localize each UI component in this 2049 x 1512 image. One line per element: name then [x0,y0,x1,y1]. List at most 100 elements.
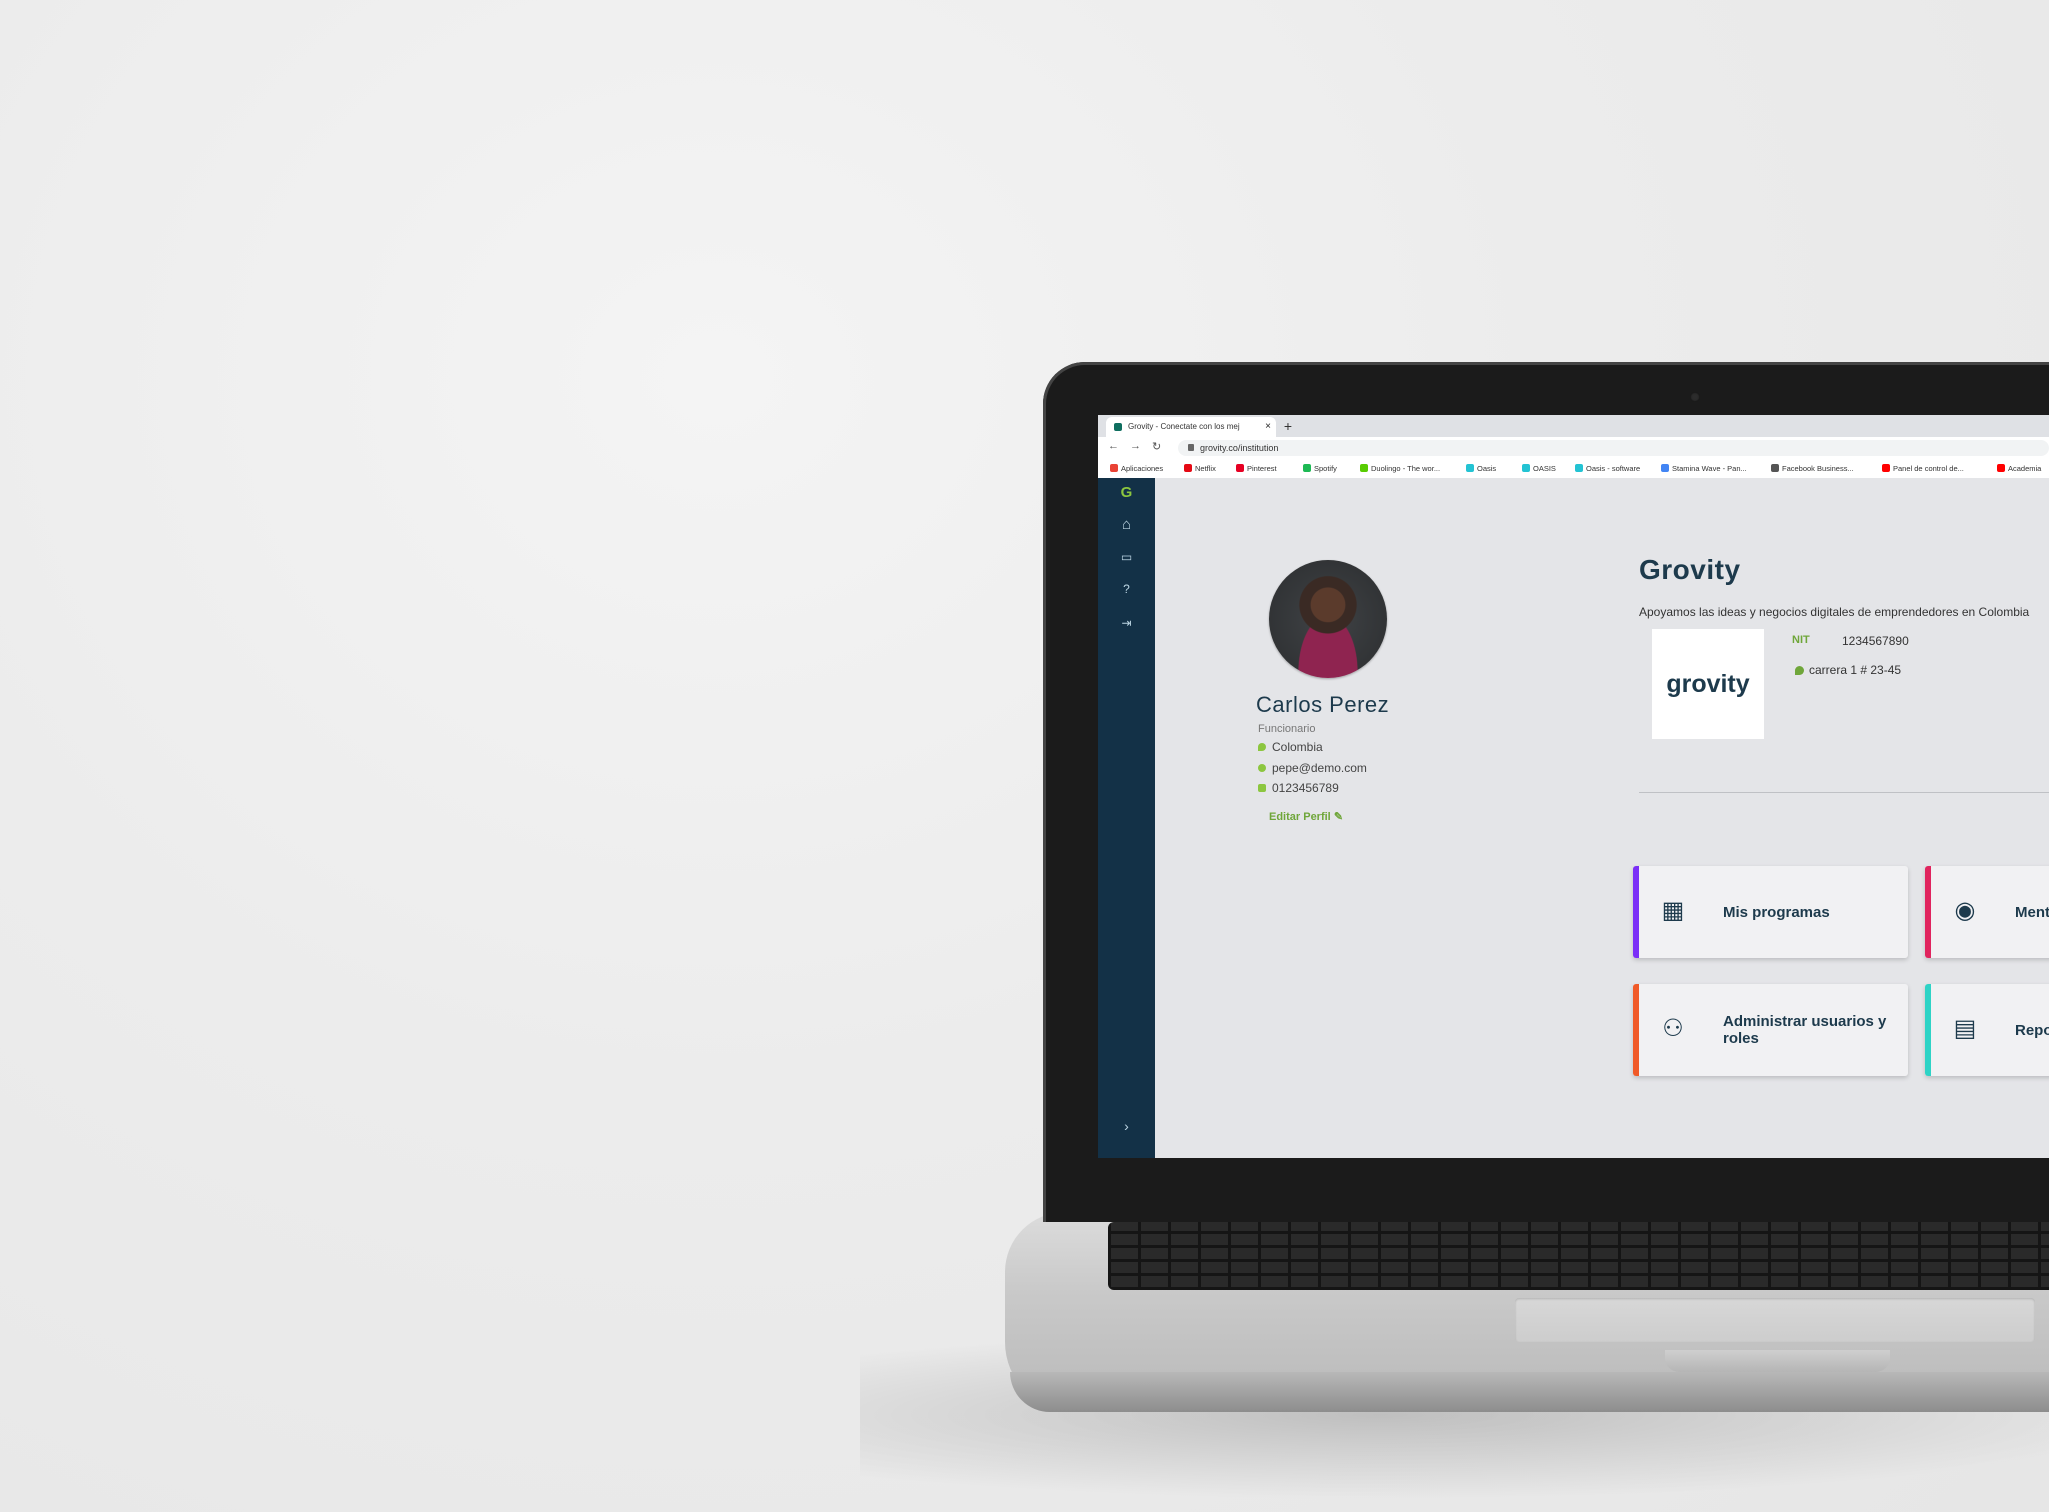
bookmark-label: Duolingo - The wor... [1371,464,1441,473]
nit-value: 1234567890 [1842,634,1909,648]
person-icon: ◉ [1954,897,1976,924]
section-divider [1639,792,2049,793]
profile-name: Carlos Perez [1256,692,1390,717]
back-icon[interactable]: ← [1108,440,1119,452]
laptop-screen: Grovity - Conectate con los mej × + ← → … [1098,415,2049,1158]
bookmark-item[interactable]: Stamina Wave - Pan... [1661,459,1747,478]
bookmark-label: Spotify [1314,464,1337,473]
close-tab-icon[interactable]: × [1265,417,1271,437]
bookmarks-bar: Aplicaciones Netflix Pinterest Spotify Duoli… [1098,459,2049,479]
bookmark-item[interactable]: Duolingo - The wor... [1360,459,1440,478]
main-content: Carlos Perez Funcionario Colombia pepe@d… [1155,478,2049,1158]
organization-name: Grovity [1639,554,1741,585]
bookmark-favicon-icon [1882,464,1890,472]
bookmark-item[interactable]: Panel de control de... [1882,459,1964,478]
bookmark-label: Stamina Wave - Pan... [1672,464,1747,473]
bookmark-item[interactable]: OASIS [1522,459,1556,478]
bookmark-favicon-icon [1303,464,1311,472]
card-label: Reportes [2015,1021,2049,1039]
logout-icon[interactable]: ⇥ [1098,616,1155,630]
bookmark-favicon-icon [1360,464,1368,472]
app: G ⌂ ▭ ? ⇥ › Carlos Perez Funcionario Col… [1098,478,2049,1158]
favicon-icon [1114,423,1122,431]
bookmark-label: Oasis [1477,464,1497,473]
bookmark-label: Pinterest [1247,464,1277,473]
bookmark-item[interactable]: Pinterest [1236,459,1277,478]
bookmark-item[interactable]: Facebook Business... [1771,459,1854,478]
bookmark-item[interactable]: Oasis [1466,459,1496,478]
card-mis-programas[interactable]: ▦ Mis programas [1633,866,1908,958]
bookmark-favicon-icon [1661,464,1669,472]
sidebar: G ⌂ ▭ ? ⇥ › [1098,478,1155,1158]
laptop-base-edge [1010,1372,2049,1412]
card-label: Mentores [2015,903,2049,921]
users-network-icon: ⚇ [1662,1015,1684,1042]
nit-label: NIT [1792,634,1810,646]
avatar [1269,560,1387,678]
card-administrar-usuarios[interactable]: ⚇ Administrar usuarios y roles [1633,984,1908,1076]
address-bar[interactable]: grovity.co/institution [1178,440,2049,456]
calendar-grid-icon: ▦ [1661,897,1685,924]
browser-toolbar: ← → ↻ grovity.co/institution [1098,437,2049,459]
forward-icon[interactable]: → [1130,440,1141,452]
card-accent [1633,984,1639,1076]
pencil-icon: ✎ [1333,811,1344,823]
organization-logo-text: grovity [1666,670,1750,698]
chevron-right-icon[interactable]: › [1098,1118,1155,1134]
browser-tabstrip: Grovity - Conectate con los mej × + [1098,415,2049,437]
bookmark-item[interactable]: Oasis - software [1575,459,1640,478]
card-accent [1925,984,1931,1076]
profile-phone-text: 0123456789 [1272,781,1339,795]
bookmark-item[interactable]: Spotify [1303,459,1337,478]
new-tab-button[interactable]: + [1280,419,1296,435]
edit-profile-label: Editar Perfil [1269,811,1331,823]
bookmark-label: Netflix [1195,464,1216,473]
laptop-keyboard [1108,1222,2049,1290]
email-icon [1258,764,1266,772]
card-mentores[interactable]: ◉ Mentores [1925,866,2049,958]
laptop-notch [1665,1350,1890,1372]
profile-country-text: Colombia [1272,740,1323,754]
tab-title: Grovity - Conectate con los mej [1128,422,1240,431]
phone-icon [1258,784,1266,792]
organization-address-text: carrera 1 # 23-45 [1809,663,1902,677]
bookmark-item[interactable]: Netflix [1184,459,1216,478]
bookmark-favicon-icon [1771,464,1779,472]
report-chart-icon: ▤ [1953,1015,1977,1042]
home-icon[interactable]: ⌂ [1098,516,1155,533]
bookmark-label: Academia [2008,464,2042,473]
card-reportes[interactable]: ▤ Reportes [1925,984,2049,1076]
location-pin-icon [1795,666,1804,675]
bookmark-favicon-icon [1522,464,1530,472]
location-pin-icon [1258,743,1266,751]
bookmark-favicon-icon [1575,464,1583,472]
bookmark-label: Facebook Business... [1782,464,1854,473]
bookmark-label: Oasis - software [1586,464,1641,473]
bookmark-label: Panel de control de... [1893,464,1964,473]
profile-country: Colombia [1258,740,1323,754]
profile-role: Funcionario [1258,723,1316,735]
card-label: Mis programas [1723,903,1830,921]
card-label: Administrar usuarios y roles [1723,1013,1887,1047]
bookmark-favicon-icon [1997,464,2005,472]
bookmark-favicon-icon [1466,464,1474,472]
card-accent [1633,866,1639,958]
bookmark-item[interactable]: Aplicaciones [1110,459,1163,478]
bookmark-favicon-icon [1110,464,1118,472]
profile-email-text: pepe@demo.com [1272,761,1367,775]
browser-tab[interactable]: Grovity - Conectate con los mej × [1106,417,1276,437]
calendar-icon[interactable]: ▭ [1098,550,1155,564]
bookmark-label: OASIS [1533,464,1556,473]
photo-scene: Grovity - Conectate con los mej × + ← → … [0,0,2049,1512]
card-accent [1925,866,1931,958]
bookmark-favicon-icon [1236,464,1244,472]
organization-description: Apoyamos las ideas y negocios digitales … [1639,605,2030,619]
grovity-logo-icon[interactable]: G [1098,484,1155,501]
bookmark-favicon-icon [1184,464,1192,472]
bookmark-item[interactable]: Academia [1997,459,2041,478]
edit-profile-link[interactable]: Editar Perfil ✎ [1269,810,1343,823]
help-icon[interactable]: ? [1098,582,1155,596]
url-text: grovity.co/institution [1200,443,1279,453]
reload-icon[interactable]: ↻ [1152,440,1161,453]
organization-address: carrera 1 # 23-45 [1795,663,1901,677]
